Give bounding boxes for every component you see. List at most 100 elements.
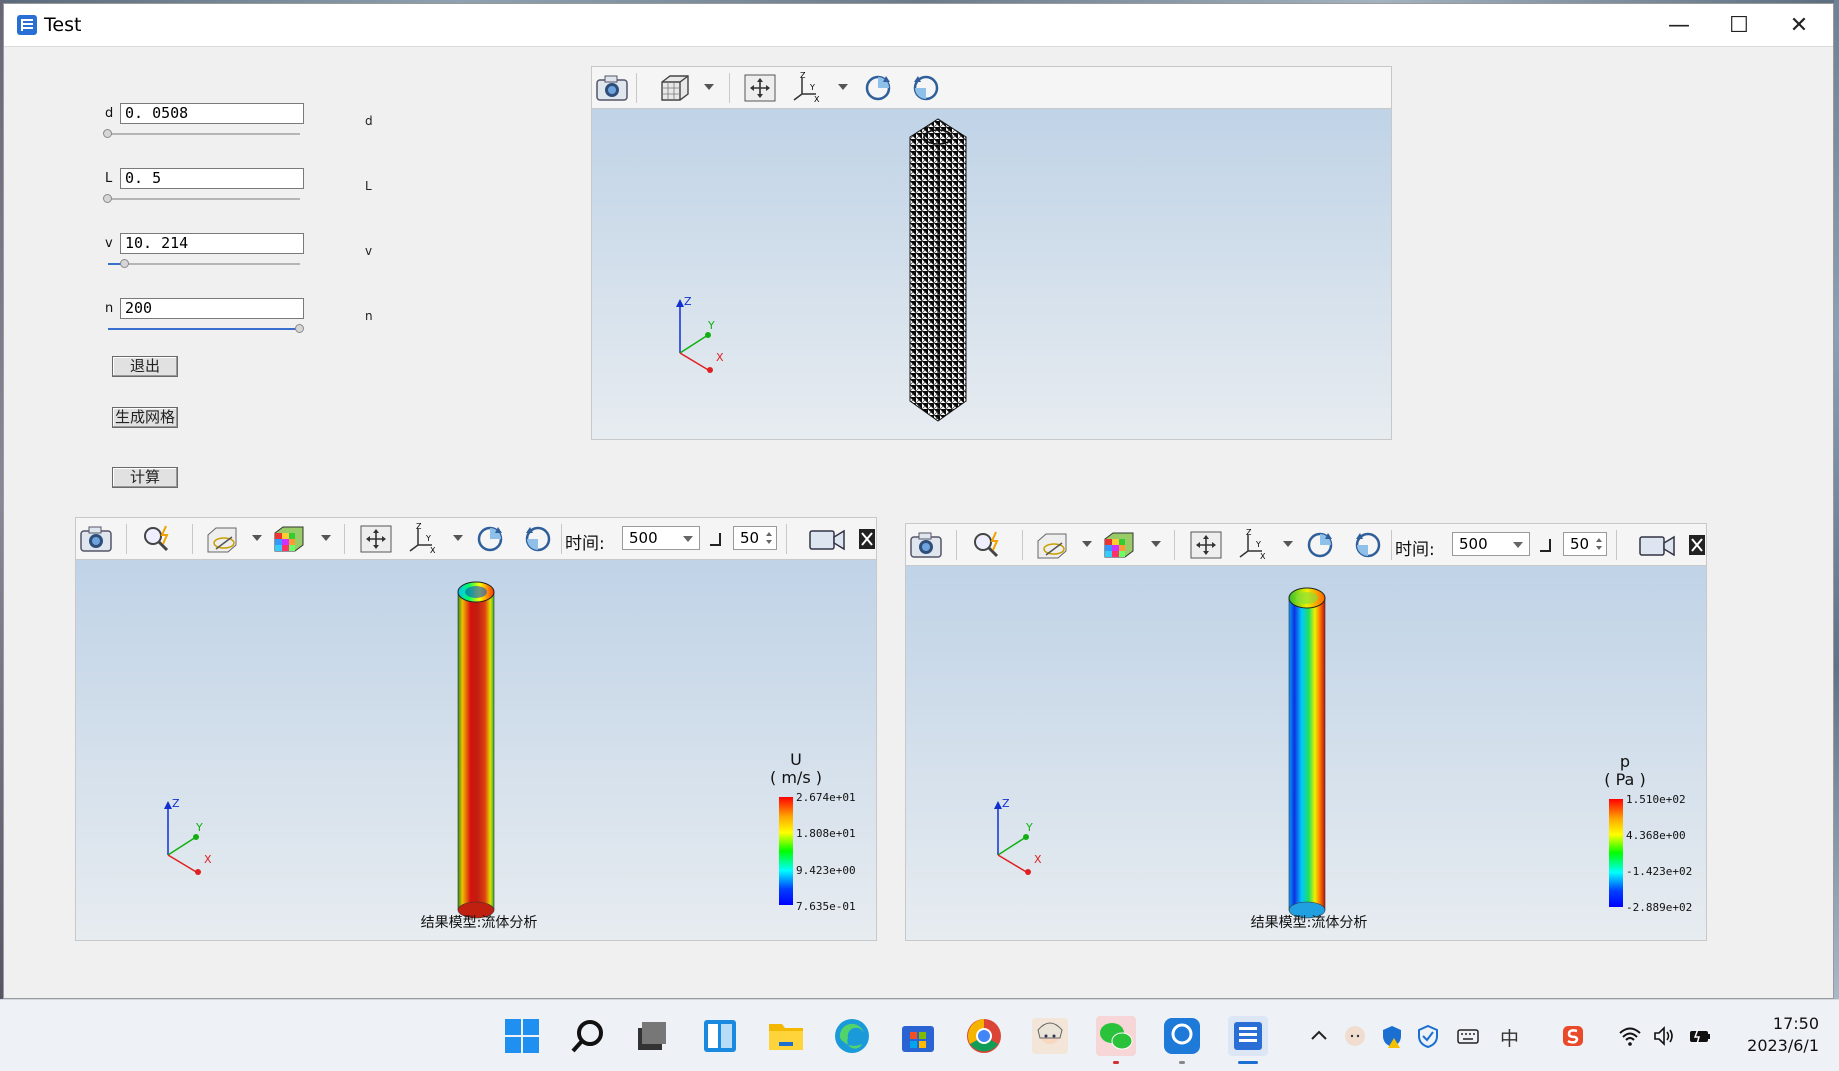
clip-plane-dropdown-arrow[interactable] xyxy=(252,535,262,541)
axes-icon[interactable]: Z Y X xyxy=(406,523,442,555)
spin-up-icon[interactable] xyxy=(766,532,772,536)
axis-y-label: Y xyxy=(1025,821,1033,834)
rotate-cw-icon[interactable] xyxy=(472,523,508,555)
fit-view-icon[interactable] xyxy=(742,72,778,104)
param-n-input[interactable]: 200 xyxy=(120,298,304,319)
mesh-viewport[interactable]: Z Y X xyxy=(592,109,1391,439)
volume-icon[interactable] xyxy=(1652,1024,1676,1048)
wechat-icon[interactable] xyxy=(1096,1016,1136,1056)
app-window: Test — ☐ ✕ d 0. 0508 d L 0. 5 L v 10. 21… xyxy=(3,3,1834,999)
rotate-cw-icon[interactable] xyxy=(860,72,896,104)
test-active-indicator xyxy=(1238,1061,1258,1064)
exit-button[interactable]: 退出 xyxy=(112,356,178,377)
test-app-icon[interactable] xyxy=(1228,1016,1268,1056)
color-cube-icon[interactable] xyxy=(1101,529,1137,561)
legend-tick: 1.510e+02 xyxy=(1626,793,1686,806)
clip-plane-dropdown-arrow[interactable] xyxy=(1082,541,1092,547)
axes-dropdown-arrow[interactable] xyxy=(1283,541,1293,547)
param-L-slider-thumb[interactable] xyxy=(103,194,112,203)
widgets-icon[interactable] xyxy=(700,1016,740,1056)
camera-icon[interactable] xyxy=(78,523,114,555)
task-view-icon[interactable] xyxy=(632,1016,672,1056)
step-spinbox-value: 50 xyxy=(740,529,760,547)
sogou-s-icon[interactable] xyxy=(1561,1024,1585,1048)
legend-unit: ( Pa ) xyxy=(1604,770,1646,789)
edge-icon[interactable] xyxy=(832,1016,872,1056)
rotate-ccw-icon[interactable] xyxy=(908,72,944,104)
param-v-input[interactable]: 10. 214 xyxy=(120,233,304,254)
result-caption: 结果模型:流体分析 xyxy=(420,915,538,931)
legend-tick: 2.674e+01 xyxy=(796,791,856,804)
step-spinbox[interactable]: 50 xyxy=(1563,532,1607,556)
cube-view-dropdown-arrow[interactable] xyxy=(704,84,714,90)
spin-down-icon[interactable] xyxy=(766,540,772,544)
toolbar-separator xyxy=(1022,530,1023,560)
param-n-slider-thumb[interactable] xyxy=(295,324,304,333)
video-record-icon[interactable] xyxy=(1636,529,1678,561)
axes-icon[interactable]: Z Y X xyxy=(790,72,826,104)
camera-icon[interactable] xyxy=(908,529,944,561)
store-icon[interactable] xyxy=(898,1016,938,1056)
pressure-viewer: Z Y X 时间: 500 50 Z Y X p (Pa) 1.510e+0… xyxy=(905,523,1707,941)
pressure-viewport[interactable]: Z Y X p ( Pa ) 1.510e+02 4.368e+00 -1.42… xyxy=(906,566,1706,940)
ime-indicator[interactable]: 中 xyxy=(1500,1024,1524,1050)
camera-icon[interactable] xyxy=(594,72,630,104)
time-select[interactable]: 500 xyxy=(622,526,700,550)
chrome-icon[interactable] xyxy=(964,1016,1004,1056)
param-d-input[interactable]: 0. 0508 xyxy=(120,103,304,124)
fit-view-icon[interactable] xyxy=(1188,529,1224,561)
time-select[interactable]: 500 xyxy=(1452,532,1530,556)
probe-icon[interactable] xyxy=(970,529,1006,561)
axes-dropdown-arrow[interactable] xyxy=(453,535,463,541)
clip-plane-icon[interactable] xyxy=(1034,529,1070,561)
rotate-ccw-icon[interactable] xyxy=(520,523,556,555)
axis-triad: Z Y X xyxy=(164,797,212,875)
expand-icon[interactable] xyxy=(858,523,876,555)
param-v-slider[interactable] xyxy=(108,263,300,265)
axes-dropdown-arrow[interactable] xyxy=(838,84,848,90)
compute-button[interactable]: 计算 xyxy=(112,467,178,488)
file-explorer-icon[interactable] xyxy=(766,1016,806,1056)
velocity-viewport[interactable]: Z Y X U ( m/s ) 2.674e+01 1.808e+01 9.42… xyxy=(76,560,876,940)
param-L-slider[interactable] xyxy=(108,198,300,200)
param-d-slider-thumb[interactable] xyxy=(103,129,112,138)
start-icon[interactable] xyxy=(502,1016,542,1056)
step-spinbox[interactable]: 50 xyxy=(733,526,777,550)
close-button[interactable]: ✕ xyxy=(1764,4,1834,47)
expand-icon[interactable] xyxy=(1688,529,1706,561)
clip-plane-icon[interactable] xyxy=(204,523,240,555)
slindroid-icon[interactable] xyxy=(1162,1016,1202,1056)
probe-icon[interactable] xyxy=(140,523,176,555)
clock[interactable]: 17:50 2023/6/1 xyxy=(1747,1013,1819,1057)
color-legend-bar xyxy=(779,797,793,905)
shield-icon[interactable] xyxy=(1416,1024,1440,1048)
color-dropdown-arrow[interactable] xyxy=(1151,541,1161,547)
generate-mesh-button[interactable]: 生成网格 xyxy=(112,407,178,428)
tray-avatar-icon[interactable] xyxy=(1343,1024,1367,1048)
axes-icon[interactable]: Z Y X xyxy=(1236,529,1272,561)
wifi-icon[interactable] xyxy=(1618,1024,1642,1048)
param-d-aside-label: d xyxy=(365,114,373,128)
param-v-slider-thumb[interactable] xyxy=(120,259,130,268)
search-icon[interactable] xyxy=(568,1016,608,1056)
axis-x-label: X xyxy=(716,351,724,364)
step-icon xyxy=(1540,539,1551,552)
avatar-app-icon[interactable] xyxy=(1030,1016,1070,1056)
rotate-cw-icon[interactable] xyxy=(1302,529,1338,561)
battery-icon[interactable] xyxy=(1688,1024,1712,1048)
param-L-input[interactable]: 0. 5 xyxy=(120,168,304,189)
fit-view-icon[interactable] xyxy=(358,523,394,555)
cube-view-icon[interactable] xyxy=(656,72,692,104)
time-label: 时间: xyxy=(1395,540,1435,560)
wechat-running-indicator xyxy=(1113,1061,1119,1064)
security-warning-icon[interactable] xyxy=(1380,1024,1404,1048)
color-cube-icon[interactable] xyxy=(271,523,307,555)
spin-up-icon[interactable] xyxy=(1596,538,1602,542)
keyboard-icon[interactable] xyxy=(1456,1024,1480,1048)
color-dropdown-arrow[interactable] xyxy=(321,535,331,541)
chevron-up-icon[interactable] xyxy=(1307,1024,1331,1048)
spin-down-icon[interactable] xyxy=(1596,546,1602,550)
rotate-ccw-icon[interactable] xyxy=(1350,529,1386,561)
param-d-slider[interactable] xyxy=(108,133,300,135)
video-record-icon[interactable] xyxy=(806,523,848,555)
